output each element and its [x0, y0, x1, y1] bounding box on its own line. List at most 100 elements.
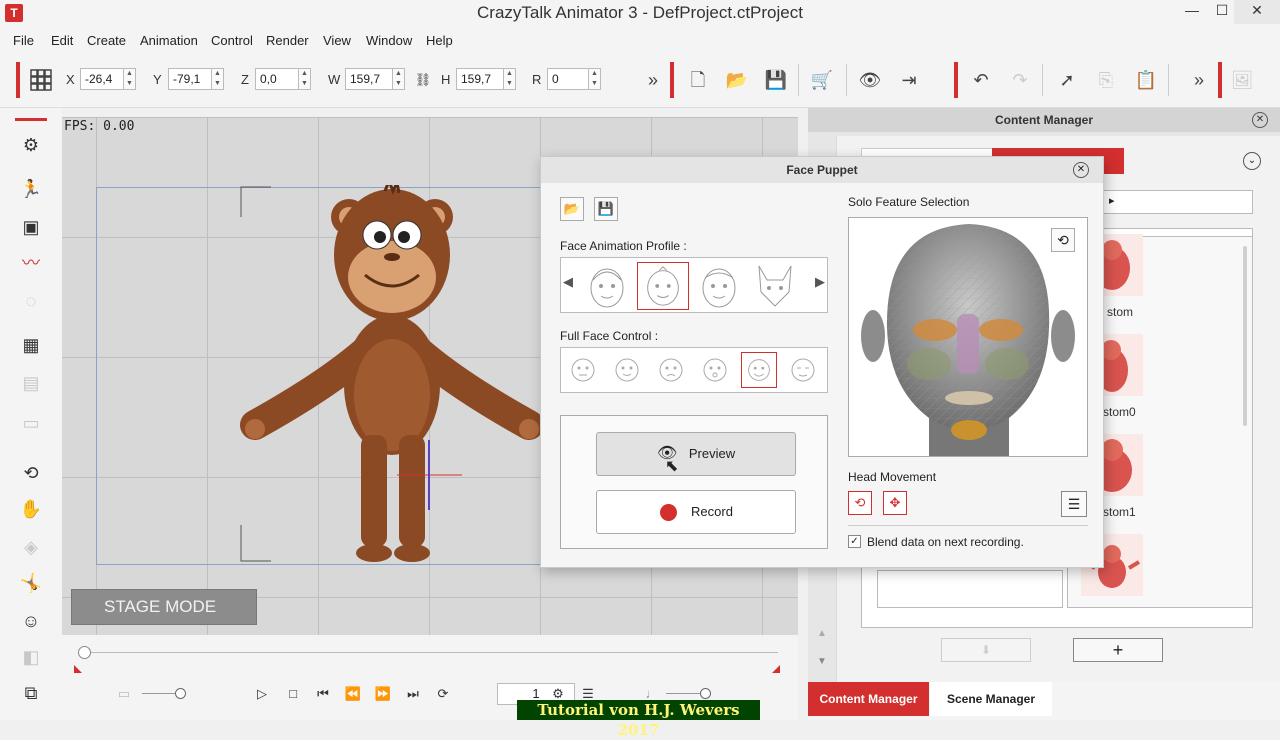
h-input[interactable]: 159,7 — [456, 68, 504, 90]
w-input[interactable]: 159,7 — [345, 68, 393, 90]
full-face-option-5-selected[interactable] — [741, 352, 777, 388]
face-animation-profile-label: Face Animation Profile : — [560, 239, 687, 253]
timeline-track[interactable] — [82, 652, 778, 653]
motion-icon[interactable]: 🏃 — [18, 176, 44, 202]
play-button[interactable]: ▷ — [252, 685, 272, 703]
stage-mode-button[interactable]: STAGE MODE — [71, 589, 257, 625]
record-button[interactable]: Record — [596, 490, 796, 534]
grid-icon[interactable] — [28, 68, 54, 92]
toolbar-separator — [846, 64, 847, 96]
timeline-grid-icon[interactable]: ▦ — [18, 332, 44, 358]
link-icon[interactable]: ⛓ — [414, 68, 432, 92]
y-input[interactable]: -79,1 — [168, 68, 212, 90]
full-face-option-6[interactable] — [785, 352, 821, 388]
scroll-up-icon[interactable]: ▲ — [814, 628, 830, 644]
preview-button[interactable]: 👁 Preview — [596, 432, 796, 476]
head-movement-separator — [848, 525, 1088, 526]
x-input[interactable]: -26,4 — [80, 68, 124, 90]
full-face-option-2[interactable] — [609, 352, 645, 388]
caption-icon: ▭ — [117, 686, 131, 701]
volume-slider-knob[interactable] — [175, 688, 186, 699]
profile-face-3[interactable] — [693, 262, 745, 310]
profile-next-arrow-icon[interactable]: ▶ — [815, 274, 825, 290]
stop-button[interactable]: □ — [283, 685, 303, 703]
chevron-down-icon[interactable]: ⌄ — [1243, 152, 1261, 170]
menu-render[interactable]: Render — [266, 33, 309, 48]
sprite-editor-icon[interactable]: ▣ — [18, 214, 44, 240]
add-content-button[interactable]: + — [1073, 638, 1163, 662]
full-face-option-4[interactable] — [697, 352, 733, 388]
solo-feature-selection-label: Solo Feature Selection — [848, 195, 970, 209]
content-manager-close-icon[interactable]: ✕ — [1252, 112, 1268, 128]
profile-prev-arrow-icon[interactable]: ◀ — [563, 274, 573, 290]
head-move-icon[interactable]: ✥ — [883, 491, 907, 515]
open-folder-icon[interactable]: 📂 — [725, 68, 749, 92]
next-frame-button[interactable]: ⏩ — [373, 685, 393, 703]
content-store-icon[interactable]: 🛒 — [810, 68, 834, 92]
new-file-icon[interactable]: 🗋 — [686, 68, 710, 92]
w-spinner[interactable]: ▲ ▼ — [393, 68, 405, 90]
full-face-option-1[interactable] — [565, 352, 601, 388]
head-rotate-icon[interactable]: ⟲ — [848, 491, 872, 515]
content-manager-title: Content Manager — [808, 108, 1280, 132]
transform-icon[interactable]: ⟲ — [18, 460, 44, 486]
go-to-start-button[interactable]: ⏮ — [313, 685, 333, 703]
toolbar-more-button-2[interactable]: » — [1188, 68, 1210, 92]
profile-face-1[interactable] — [581, 262, 633, 310]
timeline-start-marker[interactable] — [74, 665, 82, 673]
toolbar-more-button[interactable]: » — [642, 68, 664, 92]
full-face-option-3[interactable] — [653, 352, 689, 388]
scroll-down-icon[interactable]: ▼ — [814, 656, 830, 672]
go-to-end-button[interactable]: ⏭ — [403, 685, 423, 703]
h-spinner[interactable]: ▲ ▼ — [504, 68, 516, 90]
blend-data-checkbox[interactable]: ✓ — [848, 535, 861, 548]
select-pointer-icon[interactable]: ➚ — [1055, 68, 1079, 92]
list-options-icon[interactable]: ☰ — [1061, 491, 1087, 517]
menu-animation[interactable]: Animation — [140, 33, 198, 48]
x-spinner[interactable]: ▲ ▼ — [124, 68, 136, 90]
export-icon[interactable]: ⇥ — [897, 68, 921, 92]
menu-window[interactable]: Window — [366, 33, 412, 48]
audio-wave-icon[interactable]: 〰 — [18, 250, 44, 276]
r-spinner[interactable]: ▲ ▼ — [589, 68, 601, 90]
refresh-icon[interactable]: ⟲ — [1051, 228, 1075, 252]
layer-order-icon[interactable]: ⧉ — [18, 680, 44, 706]
y-spinner[interactable]: ▲ ▼ — [212, 68, 224, 90]
menu-control[interactable]: Control — [211, 33, 253, 48]
w-label: W — [328, 72, 341, 87]
previous-frame-button[interactable]: ⏪ — [343, 685, 363, 703]
tab-content-manager[interactable]: Content Manager — [808, 682, 929, 716]
monkey-character[interactable] — [237, 185, 547, 565]
timeline-end-marker[interactable] — [772, 665, 780, 673]
menu-view[interactable]: View — [323, 33, 351, 48]
tab-scene-manager[interactable]: Scene Manager — [930, 682, 1052, 716]
save-profile-icon[interactable]: 💾 — [594, 197, 618, 221]
puppet-icon[interactable]: 🤸 — [18, 570, 44, 596]
actor-setup-icon[interactable]: ⚙ — [18, 132, 44, 158]
menu-create[interactable]: Create — [87, 33, 126, 48]
profile-face-2-selected[interactable] — [637, 262, 689, 310]
z-spinner[interactable]: ▲ ▼ — [299, 68, 311, 90]
menu-edit[interactable]: Edit — [51, 33, 73, 48]
solo-feature-face-preview[interactable]: ⟲ — [848, 217, 1088, 457]
close-window-button[interactable]: ✕ — [1234, 0, 1280, 24]
copy-icon: ⎘ — [1098, 70, 1114, 90]
r-input[interactable]: 0 — [547, 68, 589, 90]
z-input[interactable]: 0,0 — [255, 68, 299, 90]
speed-slider-knob[interactable] — [700, 688, 711, 699]
x-label: X — [66, 72, 75, 87]
open-profile-icon[interactable]: 📂 — [560, 197, 584, 221]
menu-bar: File Edit Create Animation Control Rende… — [0, 28, 1280, 52]
undo-icon[interactable]: ↶ — [969, 68, 993, 92]
menu-help[interactable]: Help — [426, 33, 453, 48]
face-puppet-close-icon[interactable]: ✕ — [1073, 162, 1089, 178]
profile-face-4-animal[interactable] — [749, 262, 801, 310]
save-icon[interactable]: 💾 — [764, 68, 788, 92]
timeline-scrubber[interactable] — [78, 646, 91, 659]
face-puppet-icon[interactable]: ☺ — [18, 608, 44, 634]
loop-button[interactable]: ⟳ — [433, 685, 453, 703]
menu-file[interactable]: File — [13, 33, 34, 48]
puppet-action-area: 👁 Preview ⬉ Record — [560, 415, 828, 549]
content-scrollbar[interactable] — [1243, 246, 1247, 426]
preview-render-icon[interactable]: 👁 — [858, 68, 882, 92]
